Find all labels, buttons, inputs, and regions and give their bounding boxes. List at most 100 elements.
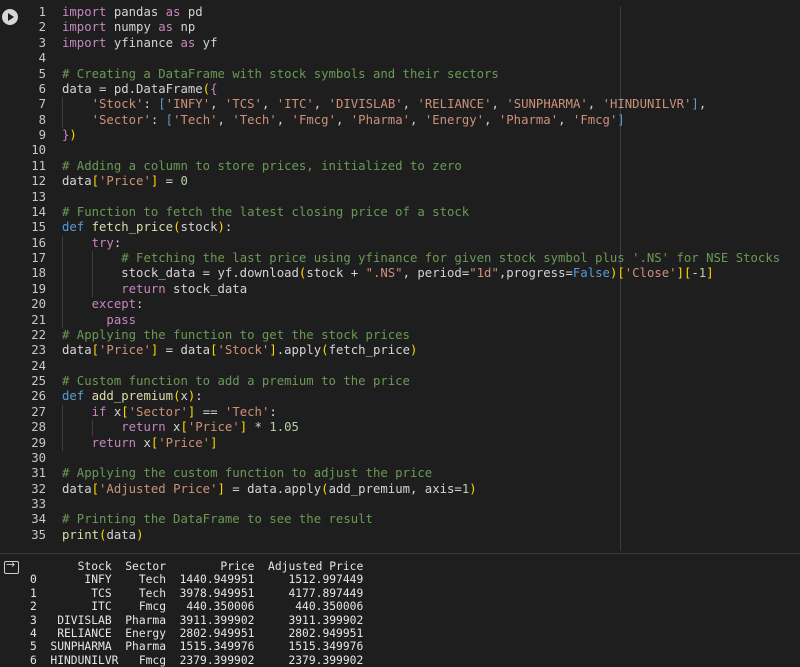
code-text: # Custom function to add a premium to th… (62, 374, 410, 388)
code-text: if x['Sector'] == 'Tech': (91, 404, 277, 419)
code-line: 13 (0, 190, 800, 205)
code-text: # Applying the function to get the stock… (62, 327, 410, 342)
line-number: 13 (31, 189, 46, 204)
code-line: 5 # Creating a DataFrame with stock symbo… (0, 67, 800, 82)
code-line: 33 (0, 497, 800, 512)
code-line: 2 import numpy as np (0, 20, 800, 35)
line-number: 1 (38, 5, 46, 19)
code-cell[interactable]: 1 import pandas as pd 2 import numpy as np 3… (0, 0, 800, 553)
line-number: 3 (38, 35, 46, 50)
line-number: 16 (31, 235, 46, 250)
code-line: 19 return stock_data (0, 281, 800, 298)
line-number: 4 (38, 51, 46, 66)
line-number: 6 (38, 81, 46, 96)
code-line: 3 import yfinance as yf (0, 36, 800, 51)
line-number: 23 (31, 343, 46, 358)
code-line: 1 import pandas as pd (0, 5, 800, 20)
line-number: 31 (31, 466, 46, 481)
code-line: 6 data = pd.DataFrame({ (0, 82, 800, 97)
line-number: 28 (31, 420, 46, 435)
code-line: 20 except: (0, 297, 800, 313)
code-line: 17 # Fetching the last price using yfina… (0, 251, 800, 267)
line-number: 27 (31, 404, 46, 419)
line-number: 22 (31, 327, 46, 342)
code-text: # Printing the DataFrame to see the resu… (62, 512, 373, 527)
line-number: 33 (31, 497, 46, 511)
code-line: 15 def fetch_price(stock): (0, 220, 800, 235)
code-text: data = pd.DataFrame({ (62, 81, 218, 96)
line-number: 12 (31, 174, 46, 189)
code-line: 21 pass (0, 312, 800, 328)
code-line: 32 data['Adjusted Price'] = data.apply(ad… (0, 482, 800, 497)
code-text: print(data) (62, 527, 144, 542)
code-line: 23 data['Price'] = data['Stock'].apply(fe… (0, 343, 800, 358)
line-number: 34 (31, 512, 46, 527)
code-line: 29 return x['Price'] (0, 435, 800, 451)
line-number: 11 (31, 158, 46, 173)
code-text: except: (91, 297, 144, 312)
output-area: Stock Sector Price Adjusted Price 0 INFY… (0, 553, 800, 667)
line-number: 29 (31, 435, 46, 450)
output-redirect-icon[interactable] (4, 558, 19, 574)
line-number: 20 (31, 297, 46, 312)
code-line: 31 # Applying the custom function to adju… (0, 466, 800, 481)
code-line: 35 print(data) (0, 528, 800, 543)
code-line: 11 # Adding a column to store prices, ini… (0, 159, 800, 174)
line-number: 30 (31, 450, 46, 465)
code-text: return stock_data (121, 281, 248, 296)
line-number: 18 (31, 266, 46, 281)
line-number: 14 (31, 204, 46, 219)
line-number: 24 (31, 358, 46, 373)
code-line: 14 # Function to fetch the latest closing… (0, 205, 800, 220)
code-text: 'Stock': ['INFY', 'TCS', 'ITC', 'DIVISLA… (91, 97, 707, 112)
code-text: stock_data = yf.download(stock + ".NS", … (62, 266, 714, 281)
dataframe-output: Stock Sector Price Adjusted Price 0 INFY… (30, 560, 364, 667)
code-text: import pandas as pd (62, 5, 203, 19)
code-text: return x['Price'] * 1.05 (121, 420, 299, 435)
code-text: def add_premium(x): (62, 389, 203, 404)
code-line: 28 return x['Price'] * 1.05 (0, 420, 800, 436)
code-text: # Creating a DataFrame with stock symbol… (62, 66, 499, 81)
code-line: 12 data['Price'] = 0 (0, 174, 800, 189)
code-text: data['Price'] = 0 (62, 174, 188, 189)
code-text: pass (106, 312, 137, 327)
code-text: 'Sector': ['Tech', 'Tech', 'Fmcg', 'Phar… (91, 112, 625, 127)
code-text: return x['Price'] (91, 435, 218, 450)
code-text: # Function to fetch the latest closing p… (62, 204, 470, 219)
code-text: # Adding a column to store prices, initi… (62, 158, 462, 173)
code-line: 16 try: (0, 235, 800, 251)
code-text: try: (91, 235, 122, 250)
code-line: 7 'Stock': ['INFY', 'TCS', 'ITC', 'DIVIS… (0, 97, 800, 113)
line-number: 2 (38, 20, 46, 35)
code-line: 8 'Sector': ['Tech', 'Tech', 'Fmcg', 'Ph… (0, 112, 800, 128)
line-number: 21 (31, 312, 46, 327)
code-line: 25 # Custom function to add a premium to … (0, 374, 800, 389)
code-text: data['Price'] = data['Stock'].apply(fetc… (62, 343, 418, 358)
code-line: 24 (0, 359, 800, 374)
code-line: 26 def add_premium(x): (0, 389, 800, 404)
code-line: 18 stock_data = yf.download(stock + ".NS… (0, 266, 800, 282)
line-number: 35 (31, 527, 46, 542)
line-number: 26 (31, 389, 46, 404)
line-number: 9 (38, 128, 46, 142)
code-text: import numpy as np (62, 20, 196, 35)
code-text: def fetch_price(stock): (62, 220, 233, 235)
line-number: 17 (31, 251, 46, 265)
line-number: 25 (31, 374, 46, 388)
code-line: 34 # Printing the DataFrame to see the re… (0, 512, 800, 527)
line-number: 32 (31, 481, 46, 496)
line-number: 10 (31, 143, 46, 158)
line-number: 19 (31, 281, 46, 296)
line-number: 5 (38, 66, 46, 81)
code-line: 22 # Applying the function to get the sto… (0, 328, 800, 343)
code-line: 10 (0, 143, 800, 158)
code-line: 27 if x['Sector'] == 'Tech': (0, 404, 800, 421)
line-number: 15 (31, 220, 46, 235)
code-text: # Fetching the last price using yfinance… (121, 251, 781, 265)
code-editor[interactable]: 1 import pandas as pd 2 import numpy as np 3… (0, 5, 800, 543)
code-line: 30 (0, 451, 800, 466)
code-text: import yfinance as yf (62, 35, 218, 50)
code-line: 4 (0, 51, 800, 66)
code-text: # Applying the custom function to adjust… (62, 466, 433, 481)
code-line: 9}) (0, 128, 800, 143)
